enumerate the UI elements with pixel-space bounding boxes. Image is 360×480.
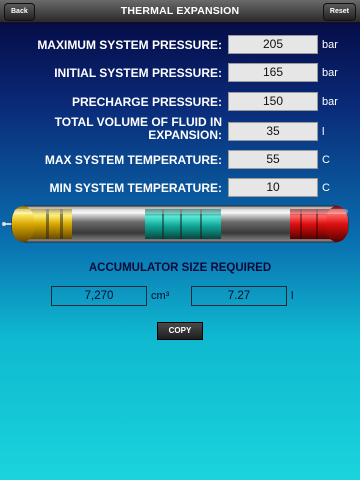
fluid-volume-label-line2: EXPANSION:: [148, 128, 222, 142]
fluid-volume-label: TOTAL VOLUME OF FLUID IN EXPANSION:: [2, 116, 222, 142]
page-title: THERMAL EXPANSION: [120, 5, 240, 17]
initial-pressure-input[interactable]: 165: [228, 63, 318, 82]
max-temp-label: MAX SYSTEM TEMPERATURE:: [44, 153, 222, 167]
initial-pressure-unit: bar: [322, 67, 338, 79]
max-temp-unit: C: [322, 154, 330, 166]
max-pressure-label: MAXIMUM SYSTEM PRESSURE:: [37, 38, 222, 52]
result-title: ACCUMULATOR SIZE REQUIRED: [88, 262, 272, 274]
initial-pressure-row: INITIAL SYSTEM PRESSURE: 165 bar: [0, 63, 360, 83]
min-temp-input[interactable]: 10: [228, 178, 318, 197]
result-l-unit: l: [291, 290, 294, 302]
max-pressure-unit: bar: [322, 39, 338, 51]
copy-button[interactable]: COPY: [157, 322, 203, 340]
nav-bar: Back THERMAL EXPANSION Reset: [0, 0, 360, 23]
max-temp-row: MAX SYSTEM TEMPERATURE: 55 C: [0, 150, 360, 170]
precharge-pressure-label: PRECHARGE PRESSURE:: [71, 95, 222, 109]
fluid-volume-input[interactable]: 35: [228, 122, 318, 141]
min-temp-unit: C: [322, 182, 330, 194]
result-l-value: 7.27: [191, 286, 287, 306]
precharge-pressure-unit: bar: [322, 96, 338, 108]
min-temp-label: MIN SYSTEM TEMPERATURE:: [49, 181, 222, 195]
precharge-pressure-row: PRECHARGE PRESSURE: 150 bar: [0, 92, 360, 112]
accumulator-cylinder-image: [2, 205, 349, 243]
fluid-volume-unit: l: [322, 126, 325, 138]
precharge-pressure-input[interactable]: 150: [228, 92, 318, 111]
max-pressure-input[interactable]: 205: [228, 35, 318, 54]
fluid-volume-row: TOTAL VOLUME OF FLUID IN EXPANSION: 35 l: [0, 116, 360, 142]
reset-button[interactable]: Reset: [322, 3, 356, 21]
result-cm3-unit: cm³: [151, 290, 170, 302]
initial-pressure-label: INITIAL SYSTEM PRESSURE:: [54, 66, 222, 80]
result-cm3-value: 7,270: [51, 286, 147, 306]
min-temp-row: MIN SYSTEM TEMPERATURE: 10 C: [0, 178, 360, 198]
max-pressure-row: MAXIMUM SYSTEM PRESSURE: 205 bar: [0, 35, 360, 55]
max-temp-input[interactable]: 55: [228, 150, 318, 169]
